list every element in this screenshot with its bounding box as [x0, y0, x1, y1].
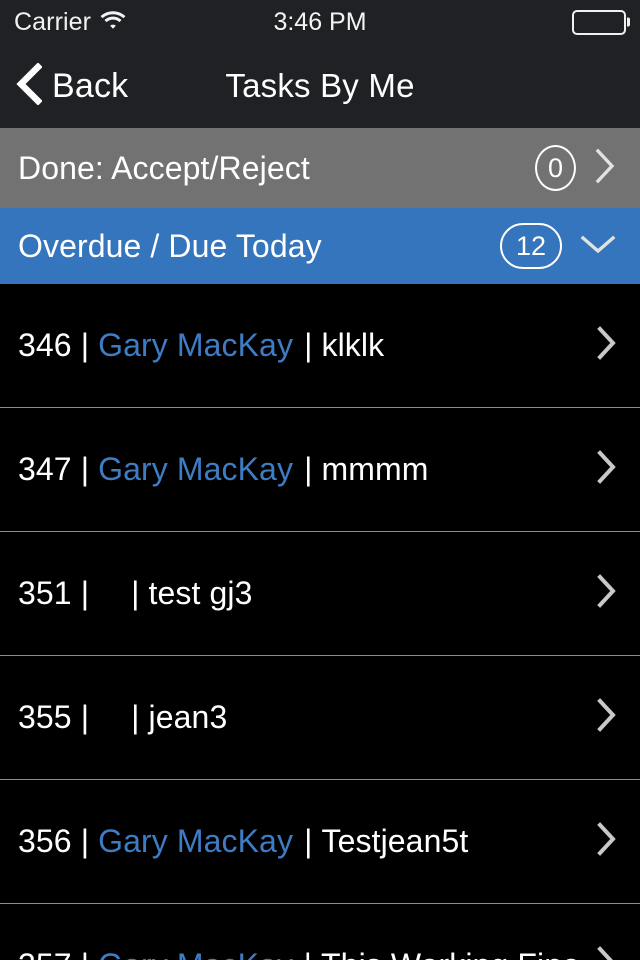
task-separator: |	[72, 947, 98, 960]
task-separator: |	[80, 575, 90, 611]
section-header-done[interactable]: Done: Accept/Reject 0	[0, 128, 640, 208]
section-title-overdue: Overdue / Due Today	[18, 227, 322, 264]
section-title-done: Done: Accept/Reject	[18, 149, 310, 186]
task-title: jean3	[148, 699, 228, 735]
task-id: 347	[18, 451, 72, 487]
chevron-right-icon[interactable]	[594, 696, 618, 739]
task-separator: |	[304, 451, 313, 487]
task-owner: Gary MacKay	[98, 451, 294, 487]
task-id: 356	[18, 823, 72, 859]
task-row[interactable]: 356 | Gary MacKay | Testjean5t	[0, 780, 640, 904]
back-button[interactable]: Back	[16, 61, 129, 110]
task-separator: |	[304, 327, 313, 363]
task-title: mmmm	[321, 451, 429, 487]
task-title: klklk	[321, 327, 385, 363]
chevron-right-icon[interactable]	[594, 572, 618, 615]
task-row-text: 351 | | test gj3	[18, 575, 580, 612]
chevron-right-icon[interactable]	[594, 324, 618, 367]
task-id: 357	[18, 947, 72, 960]
status-bar-left: Carrier	[14, 8, 126, 37]
chevron-right-icon[interactable]	[594, 448, 618, 491]
section-header-done-accessories: 0	[535, 145, 618, 191]
section-count-badge-done: 0	[535, 145, 576, 191]
carrier-label: Carrier	[14, 7, 92, 36]
task-separator: |	[80, 327, 90, 363]
task-owner: Gary MacKay	[98, 327, 294, 363]
navigation-bar: Back Tasks By Me	[0, 44, 640, 128]
battery-full-icon	[572, 9, 630, 35]
task-separator: |	[293, 947, 321, 960]
task-row-text: 355 | | jean3	[18, 699, 580, 736]
task-title: test gj3	[148, 575, 253, 611]
task-id: 351	[18, 575, 72, 611]
task-row-text: 347 | Gary MacKay | mmmm	[18, 451, 580, 488]
wifi-icon	[100, 10, 126, 35]
task-id: 355	[18, 699, 72, 735]
task-separator: |	[304, 823, 313, 859]
task-row[interactable]: 347 | Gary MacKay | mmmm	[0, 408, 640, 532]
chevron-right-icon[interactable]	[594, 944, 618, 960]
task-row[interactable]: 355 | | jean3	[0, 656, 640, 780]
task-id: 346	[18, 327, 72, 363]
task-separator: |	[80, 451, 90, 487]
task-row[interactable]: 357 | Gary MacKay | This Working Fine	[0, 904, 640, 960]
app-root: Carrier 3:46 PM Back Tasks By Me Done: A…	[0, 0, 640, 960]
task-title: This Working Fine	[321, 947, 580, 960]
task-title: Testjean5t	[321, 823, 469, 859]
task-separator: |	[80, 699, 90, 735]
task-separator: |	[131, 699, 140, 735]
section-count-badge-overdue: 12	[500, 223, 562, 269]
task-owner: Gary MacKay	[98, 947, 293, 960]
battery-nub	[626, 17, 630, 27]
task-row[interactable]: 346 | Gary MacKay | klklk	[0, 284, 640, 408]
task-row-text: 356 | Gary MacKay | Testjean5t	[18, 823, 580, 860]
chevron-down-icon[interactable]	[578, 231, 618, 262]
task-row-text: 346 | Gary MacKay | klklk	[18, 327, 580, 364]
task-owner: Gary MacKay	[98, 823, 294, 859]
status-bar: Carrier 3:46 PM	[0, 0, 640, 44]
chevron-right-icon[interactable]	[592, 146, 618, 191]
back-button-label: Back	[52, 66, 129, 105]
chevron-left-icon	[16, 61, 43, 110]
task-row[interactable]: 351 | | test gj3	[0, 532, 640, 656]
task-separator: |	[131, 575, 140, 611]
status-bar-right	[572, 9, 630, 35]
task-row-text: 357 | Gary MacKay | This Working Fine	[18, 947, 580, 960]
section-header-overdue[interactable]: Overdue / Due Today 12	[0, 208, 640, 284]
task-list: 346 | Gary MacKay | klklk 347 | Gary Mac…	[0, 284, 640, 960]
section-header-overdue-accessories: 12	[500, 223, 618, 269]
chevron-right-icon[interactable]	[594, 820, 618, 863]
task-separator: |	[80, 823, 90, 859]
